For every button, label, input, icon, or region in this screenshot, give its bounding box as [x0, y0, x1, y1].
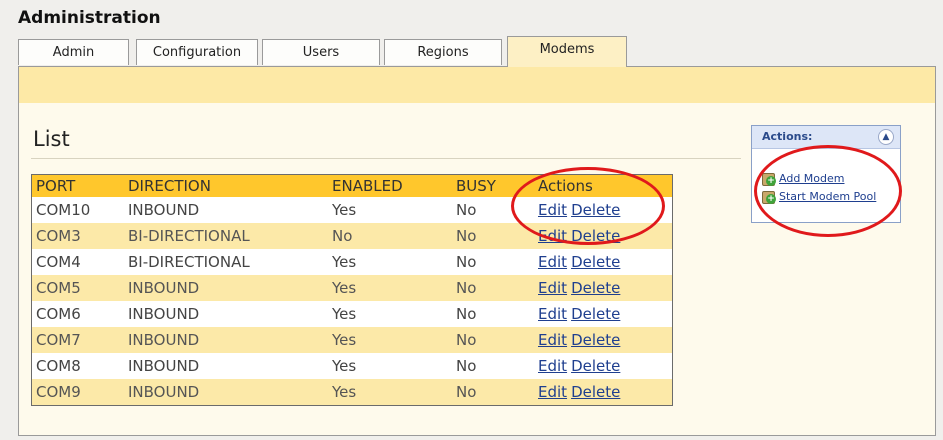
edit-link[interactable]: Edit: [538, 357, 567, 375]
cell-enabled: Yes: [332, 253, 357, 271]
edit-link[interactable]: Edit: [538, 279, 567, 297]
delete-link[interactable]: Delete: [571, 279, 620, 297]
cell-busy: No: [456, 253, 477, 271]
panel-header-strip: [19, 67, 935, 103]
cell-enabled: Yes: [332, 305, 357, 323]
cell-actions: Edit Delete: [534, 327, 672, 353]
cell-direction: BI-DIRECTIONAL: [124, 223, 328, 249]
edit-link[interactable]: Edit: [538, 201, 567, 219]
column-header-enabled: ENABLED: [328, 175, 452, 197]
add-gear-icon: +: [762, 173, 776, 186]
table-row: COM4 BI-DIRECTIONAL Yes No Edit Delete: [32, 249, 672, 275]
cell-busy: No: [452, 327, 534, 353]
cell-enabled: Yes: [332, 201, 357, 219]
cell-port: COM9: [32, 379, 124, 405]
cell-port: COM4: [36, 253, 81, 271]
cell-actions: Edit Delete: [534, 223, 672, 249]
edit-link[interactable]: Edit: [538, 253, 567, 271]
tab-regions[interactable]: Regions: [384, 39, 502, 65]
list-divider: [31, 158, 741, 159]
cell-busy: No: [456, 305, 477, 323]
start-modem-pool-label: Start Modem Pool: [779, 190, 877, 203]
cell-port: COM7: [32, 327, 124, 353]
delete-link[interactable]: Delete: [571, 305, 620, 323]
add-gear-icon: +: [762, 191, 776, 204]
tab-configuration[interactable]: Configuration: [136, 39, 258, 65]
actions-panel-header: Actions: ▲: [752, 126, 900, 149]
tab-bar: Admin Configuration Users Regions Modems: [18, 36, 936, 67]
edit-link[interactable]: Edit: [538, 331, 567, 349]
add-modem-link[interactable]: + Add Modem: [762, 172, 844, 188]
cell-actions: Edit Delete: [534, 379, 672, 405]
cell-actions: Edit Delete: [534, 353, 672, 379]
cell-enabled: No: [328, 223, 452, 249]
table-row: COM7 INBOUND Yes No Edit Delete: [32, 327, 672, 353]
cell-port: COM3: [32, 223, 124, 249]
cell-direction: INBOUND: [128, 305, 200, 323]
double-chevron-up-icon[interactable]: ▲: [878, 129, 894, 145]
column-header-actions: Actions: [534, 175, 672, 197]
cell-busy: No: [452, 223, 534, 249]
table-row: COM5 INBOUND Yes No Edit Delete: [32, 275, 672, 301]
table-row: COM3 BI-DIRECTIONAL No No Edit Delete: [32, 223, 672, 249]
edit-link[interactable]: Edit: [538, 305, 567, 323]
cell-direction: INBOUND: [124, 275, 328, 301]
tab-modems[interactable]: Modems: [507, 36, 627, 67]
table-row: COM8 INBOUND Yes No Edit Delete: [32, 353, 672, 379]
list-heading: List: [33, 127, 70, 151]
table-row: COM10 INBOUND Yes No Edit Delete: [32, 197, 672, 223]
cell-actions: Edit Delete: [534, 249, 672, 275]
cell-direction: INBOUND: [128, 357, 200, 375]
edit-link[interactable]: Edit: [538, 383, 567, 401]
cell-direction: INBOUND: [124, 327, 328, 353]
actions-panel-title: Actions:: [762, 130, 813, 143]
column-header-busy: BUSY: [452, 175, 534, 197]
cell-busy: No: [456, 357, 477, 375]
cell-port: COM10: [36, 201, 91, 219]
add-modem-label: Add Modem: [779, 172, 845, 185]
column-header-port: PORT: [32, 175, 124, 197]
cell-port: COM8: [36, 357, 81, 375]
modem-table: PORT DIRECTION ENABLED BUSY Actions COM1…: [31, 174, 673, 406]
page-title: Administration: [18, 8, 161, 28]
cell-actions: Edit Delete: [534, 197, 672, 223]
cell-actions: Edit Delete: [534, 301, 672, 327]
cell-direction: INBOUND: [124, 379, 328, 405]
delete-link[interactable]: Delete: [571, 227, 620, 245]
start-modem-pool-link[interactable]: + Start Modem Pool: [762, 190, 876, 206]
delete-link[interactable]: Delete: [571, 331, 620, 349]
table-header-row: PORT DIRECTION ENABLED BUSY Actions: [32, 175, 672, 197]
column-header-direction: DIRECTION: [124, 175, 328, 197]
cell-enabled: Yes: [328, 275, 452, 301]
cell-busy: No: [456, 201, 477, 219]
cell-enabled: Yes: [328, 379, 452, 405]
cell-direction: BI-DIRECTIONAL: [128, 253, 250, 271]
delete-link[interactable]: Delete: [571, 253, 620, 271]
cell-enabled: Yes: [332, 357, 357, 375]
cell-port: COM6: [36, 305, 81, 323]
table-row: COM9 INBOUND Yes No Edit Delete: [32, 379, 672, 405]
delete-link[interactable]: Delete: [571, 357, 620, 375]
tab-admin[interactable]: Admin: [18, 39, 129, 65]
content-panel: List PORT DIRECTION ENABLED BUSY Actions…: [18, 66, 936, 436]
tab-users[interactable]: Users: [262, 39, 380, 65]
cell-enabled: Yes: [328, 327, 452, 353]
cell-actions: Edit Delete: [534, 275, 672, 301]
cell-port: COM5: [32, 275, 124, 301]
cell-busy: No: [452, 275, 534, 301]
edit-link[interactable]: Edit: [538, 227, 567, 245]
actions-panel: Actions: ▲ + Add Modem + Start Modem Pool: [751, 125, 901, 223]
delete-link[interactable]: Delete: [571, 383, 620, 401]
table-row: COM6 INBOUND Yes No Edit Delete: [32, 301, 672, 327]
cell-busy: No: [452, 379, 534, 405]
delete-link[interactable]: Delete: [571, 201, 620, 219]
cell-direction: INBOUND: [128, 201, 200, 219]
